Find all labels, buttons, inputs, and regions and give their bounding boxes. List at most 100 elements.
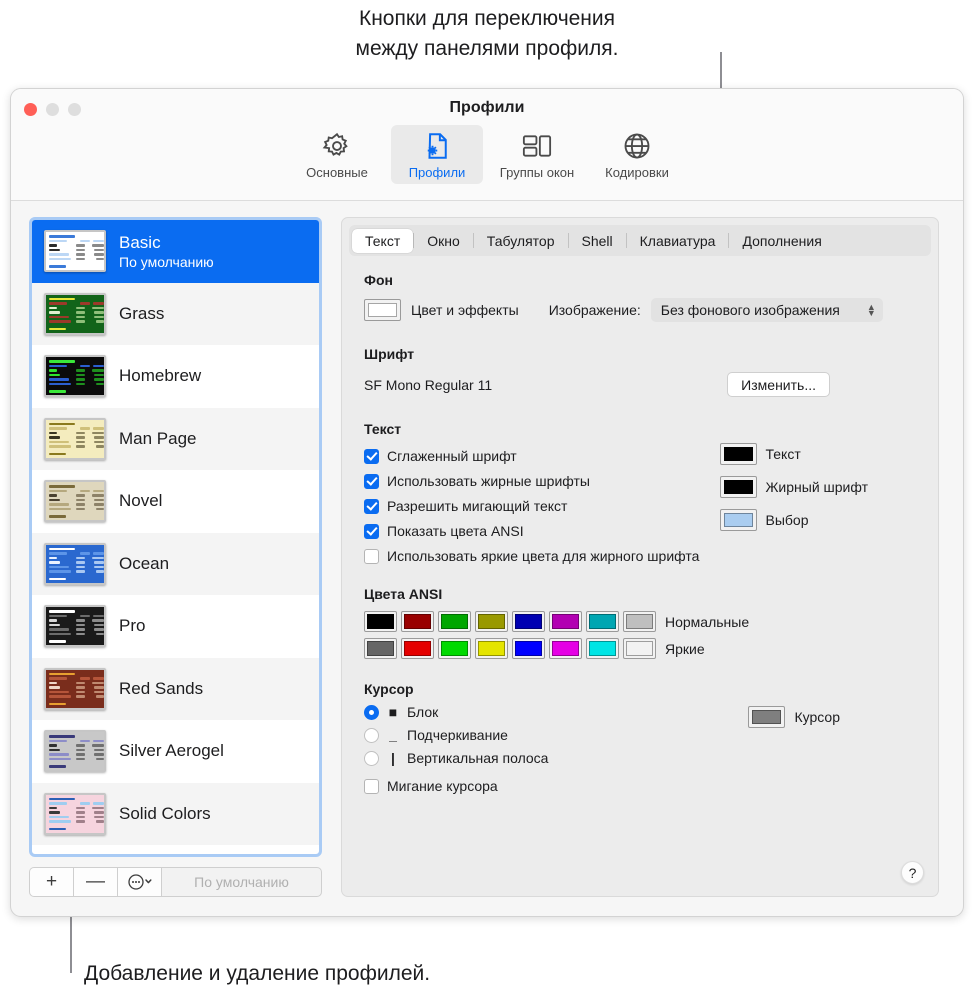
- ansi-bright-color-well[interactable]: [623, 638, 656, 659]
- cursor-blink-checkbox-row[interactable]: Мигание курсора: [364, 778, 548, 794]
- ansi-bright-color-well[interactable]: [549, 638, 582, 659]
- profile-thumbnail: [44, 417, 106, 460]
- settings-tab[interactable]: Дополнения: [729, 229, 834, 253]
- cursor-style-group: ■ Блок _ Подчеркивание | Вертикальная полоса М…: [364, 697, 548, 794]
- set-default-button[interactable]: По умолчанию: [161, 867, 322, 897]
- cursor-style-label: Вертикальная полоса: [407, 750, 549, 766]
- ansi-bright-label: Яркие: [665, 640, 705, 657]
- ansi-normal-color-well[interactable]: [401, 611, 434, 632]
- cursor-color-well[interactable]: [748, 706, 786, 728]
- radio-unselected-icon[interactable]: [364, 727, 379, 743]
- background-color-well[interactable]: [364, 299, 401, 321]
- cursor-blink-label: Мигание курсора: [387, 778, 498, 794]
- change-font-button[interactable]: Изменить...: [727, 372, 830, 397]
- window-titlebar: Профили Основные Профили Группы окон Код…: [11, 89, 963, 201]
- text-option-checkbox-row[interactable]: Сглаженный шрифт: [364, 448, 699, 464]
- ansi-bright-color-well[interactable]: [586, 638, 619, 659]
- ansi-bright-color-well[interactable]: [401, 638, 434, 659]
- toolbar-item-label: Основные: [306, 165, 368, 180]
- text-color-well-label: Текст: [765, 446, 801, 462]
- profile-settings-panel: Текст Окно Табулятор Shell Клавиатура Дополне…: [341, 217, 939, 897]
- window-title: Профили: [449, 99, 525, 116]
- window-groups-icon: [521, 130, 553, 162]
- ansi-bright-color-well[interactable]: [364, 638, 397, 659]
- text-color-wells-group: Текст Жирный шрифт Выбор: [719, 443, 868, 542]
- profile-name: Man Page: [119, 428, 197, 448]
- ansi-bright-color-well[interactable]: [512, 638, 545, 659]
- profile-thumbnail: [44, 667, 106, 710]
- checkbox-unchecked-icon[interactable]: [364, 778, 379, 794]
- profile-list-item[interactable]: Solid Colors: [32, 782, 319, 845]
- document-gear-icon: [422, 130, 452, 162]
- ansi-normal-label: Нормальные: [665, 613, 750, 630]
- ansi-normal-color-well[interactable]: [438, 611, 471, 632]
- preferences-toolbar: Основные Профили Группы окон Кодировки: [11, 125, 963, 184]
- profile-thumbnail: [44, 230, 106, 273]
- text-option-label: Сглаженный шрифт: [387, 448, 517, 464]
- background-image-popup[interactable]: Без фонового изображения ▲ ▼: [650, 298, 883, 322]
- text-option-checkbox-row[interactable]: Разрешить мигающий текст: [364, 498, 699, 514]
- profiles-sidebar: Basic По умолчанию Grass Homebrew Man Page No…: [29, 217, 322, 897]
- toolbar-item-window-groups[interactable]: Группы окон: [491, 125, 583, 184]
- radio-selected-icon[interactable]: [364, 704, 379, 720]
- ansi-normal-color-well[interactable]: [586, 611, 619, 632]
- ansi-normal-color-well[interactable]: [364, 611, 397, 632]
- cursor-style-label: Блок: [407, 704, 439, 720]
- ansi-normal-color-well[interactable]: [549, 611, 582, 632]
- ansi-normal-color-well[interactable]: [623, 611, 656, 632]
- profile-list-item[interactable]: Novel: [32, 470, 319, 533]
- chevron-updown-icon: ▲ ▼: [866, 302, 876, 318]
- remove-profile-button[interactable]: —: [73, 867, 117, 897]
- profile-list-item[interactable]: Basic По умолчанию: [32, 220, 319, 283]
- text-option-checkbox-row[interactable]: Показать цвета ANSI: [364, 523, 699, 539]
- profile-list-item[interactable]: Red Sands: [32, 657, 319, 720]
- settings-tab[interactable]: Клавиатура: [627, 229, 729, 253]
- profile-list-item[interactable]: Man Page: [32, 407, 319, 470]
- add-profile-button[interactable]: +: [29, 867, 73, 897]
- cursor-style-radio-row[interactable]: _ Подчеркивание: [364, 727, 548, 743]
- text-option-checkbox-row[interactable]: Использовать яркие цвета для жирного шри…: [364, 548, 699, 564]
- profile-thumbnail: [44, 730, 106, 773]
- cursor-style-radio-row[interactable]: ■ Блок: [364, 704, 548, 720]
- text-option-label: Использовать жирные шрифты: [387, 473, 590, 489]
- help-button[interactable]: ?: [901, 861, 924, 884]
- profile-list-item[interactable]: Pro: [32, 595, 319, 658]
- profiles-list[interactable]: Basic По умолчанию Grass Homebrew Man Page No…: [29, 217, 322, 857]
- text-options-group: Сглаженный шрифт Использовать жирные шриф…: [364, 439, 699, 564]
- ansi-normal-color-well[interactable]: [512, 611, 545, 632]
- text-color-well[interactable]: [719, 476, 757, 498]
- checkbox-checked-icon[interactable]: [364, 473, 379, 489]
- radio-unselected-icon[interactable]: [364, 750, 379, 766]
- ansi-bright-color-well[interactable]: [475, 638, 508, 659]
- profile-name: Grass: [119, 303, 165, 323]
- profile-list-item[interactable]: Grass: [32, 282, 319, 345]
- settings-tab[interactable]: Shell: [569, 229, 626, 253]
- settings-tab[interactable]: Окно: [414, 229, 473, 253]
- settings-tab[interactable]: Текст: [352, 228, 414, 253]
- cursor-color-label: Курсор: [794, 709, 840, 725]
- profile-thumbnail: [44, 355, 106, 398]
- checkbox-checked-icon[interactable]: [364, 523, 379, 539]
- profile-list-item[interactable]: Ocean: [32, 532, 319, 595]
- text-option-checkbox-row[interactable]: Использовать жирные шрифты: [364, 473, 699, 489]
- checkbox-checked-icon[interactable]: [364, 498, 379, 514]
- toolbar-item-profiles[interactable]: Профили: [391, 125, 483, 184]
- ellipsis-circle-icon[interactable]: [117, 867, 161, 897]
- profile-name: Solid Colors: [119, 803, 211, 823]
- profile-list-item[interactable]: Homebrew: [32, 345, 319, 408]
- callout-top-text: Кнопки для переключения между панелями п…: [355, 7, 619, 60]
- profile-list-item[interactable]: Silver Aerogel: [32, 720, 319, 783]
- profile-name: Pro: [119, 616, 146, 636]
- profile-name: Homebrew: [119, 366, 202, 386]
- profile-name: Basic: [119, 232, 161, 252]
- toolbar-item-encodings[interactable]: Кодировки: [591, 125, 683, 184]
- toolbar-item-general[interactable]: Основные: [291, 125, 383, 184]
- checkbox-unchecked-icon[interactable]: [364, 548, 379, 564]
- ansi-normal-color-well[interactable]: [475, 611, 508, 632]
- text-color-well[interactable]: [719, 509, 757, 531]
- cursor-style-radio-row[interactable]: | Вертикальная полоса: [364, 750, 548, 766]
- settings-tab[interactable]: Табулятор: [474, 229, 568, 253]
- text-color-well[interactable]: [719, 443, 757, 465]
- checkbox-checked-icon[interactable]: [364, 448, 379, 464]
- ansi-bright-color-well[interactable]: [438, 638, 471, 659]
